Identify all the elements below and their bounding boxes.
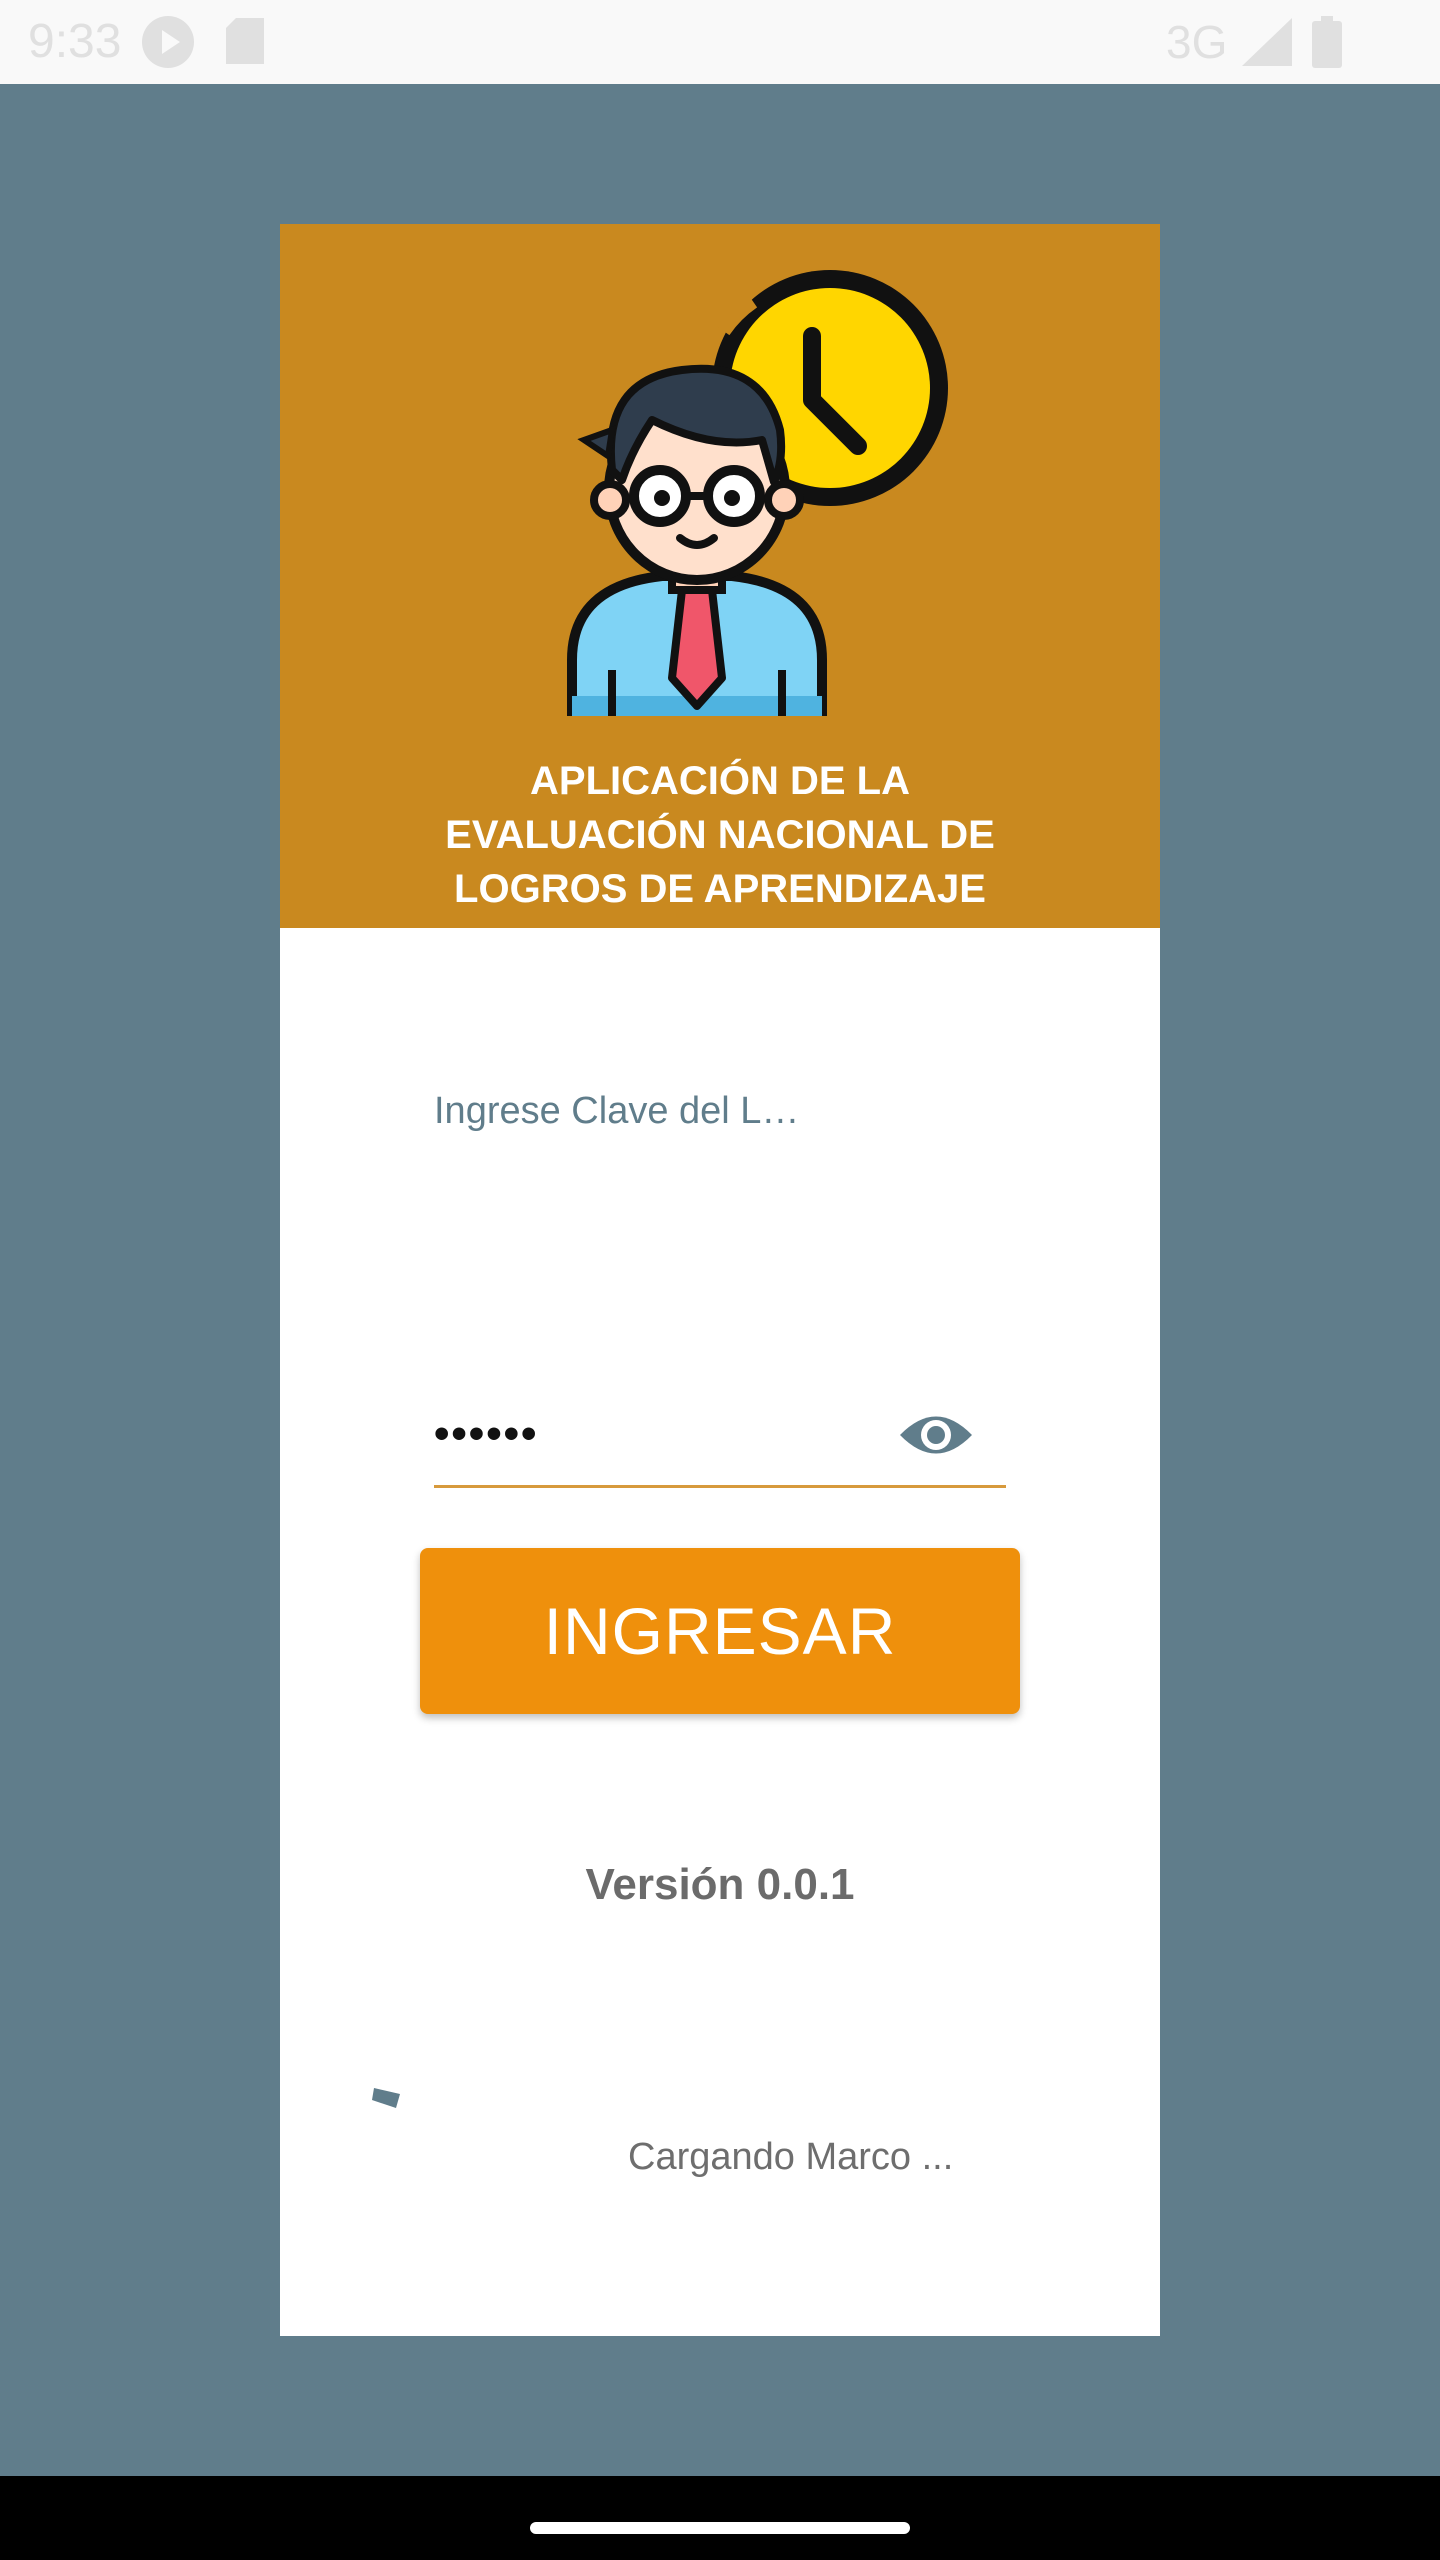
status-time: 9:33 <box>28 15 122 68</box>
password-field-label: Ingrese Clave del L… <box>434 1090 800 1132</box>
login-card: APLICACIÓN DE LA EVALUACIÓN NACIONAL DE … <box>280 224 1160 2336</box>
app-title: APLICACIÓN DE LA EVALUACIÓN NACIONAL DE … <box>445 759 995 911</box>
status-bar: 9:33 3G <box>0 0 1440 84</box>
sd-card-icon <box>226 18 264 64</box>
version-label: Versión 0.0.1 <box>585 1860 855 1909</box>
play-icon <box>142 16 194 68</box>
header-banner: APLICACIÓN DE LA EVALUACIÓN NACIONAL DE … <box>280 224 1160 928</box>
signal-icon <box>1242 18 1292 66</box>
battery-icon <box>1312 16 1342 68</box>
password-field-underline <box>434 1485 1006 1488</box>
login-button[interactable]: INGRESAR <box>420 1548 1020 1714</box>
password-field[interactable] <box>434 1404 874 1464</box>
network-type: 3G <box>1166 16 1228 68</box>
home-indicator[interactable] <box>530 2522 910 2534</box>
loading-text: Cargando Marco ... <box>628 2136 954 2178</box>
eye-icon[interactable] <box>896 1404 976 1466</box>
loading-spinner-icon <box>372 2088 400 2108</box>
teacher-with-clock-icon <box>567 270 948 716</box>
navigation-bar <box>0 2476 1440 2560</box>
